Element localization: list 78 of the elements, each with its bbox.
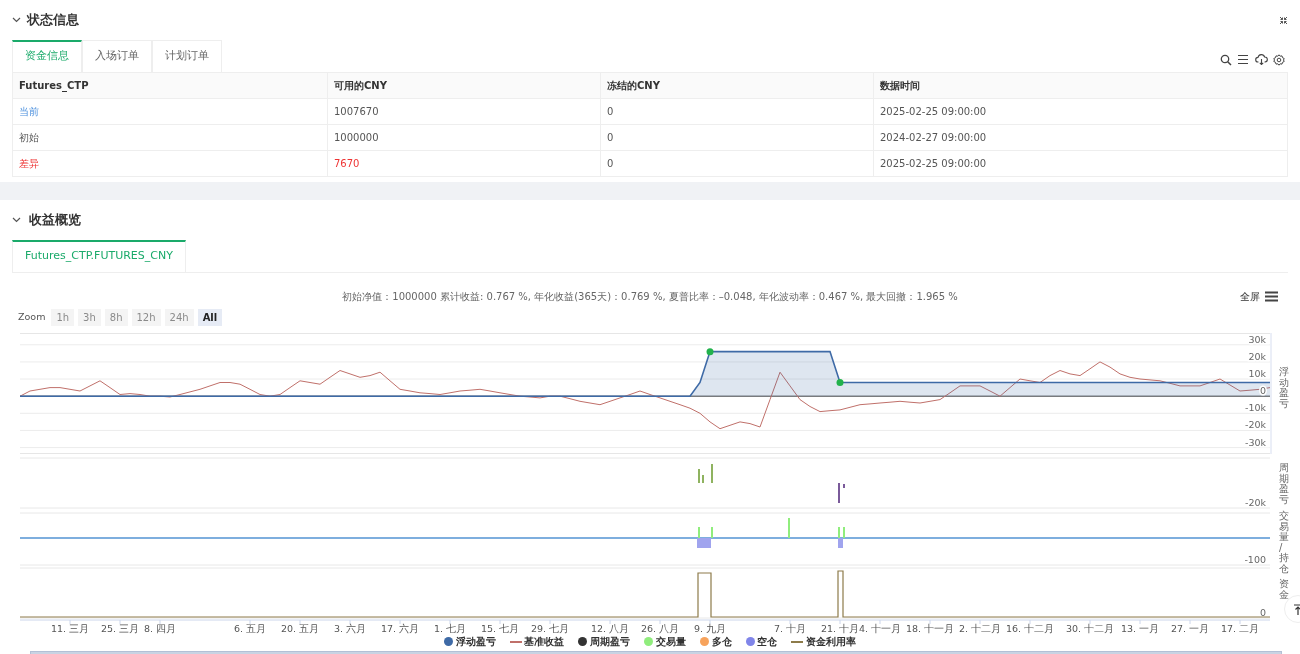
table-cell: 7670 xyxy=(327,150,601,176)
chevron-down-icon[interactable] xyxy=(12,17,21,23)
arrow-up-icon xyxy=(1293,603,1300,615)
list-icon[interactable] xyxy=(1237,54,1250,65)
date-label: 8. 四月 xyxy=(143,622,177,634)
date-label: 13. 一月 xyxy=(1120,622,1160,634)
date-label: 25. 三月 xyxy=(100,622,140,634)
axis-tick-label: -20k xyxy=(1244,418,1266,430)
date-label: 4. 十一月 xyxy=(858,622,902,634)
tab[interactable]: 计划订单 xyxy=(152,40,222,72)
legend-label[interactable]: 基准收益 xyxy=(524,634,565,649)
section-title: 收益概览 xyxy=(29,210,81,229)
axis-title: 交易量/持仓 xyxy=(1279,509,1289,573)
date-label: 12. 八月 xyxy=(590,622,630,634)
search-icon[interactable] xyxy=(1219,54,1232,66)
date-label: 29. 七月 xyxy=(530,622,570,634)
legend-label[interactable]: 多仓 xyxy=(711,634,732,649)
axis-title: 资金 xyxy=(1279,577,1289,599)
axis-tick-label: -20k xyxy=(1244,496,1266,508)
axis-tick-label: 20k xyxy=(1248,350,1266,362)
column-header: 可用的CNY xyxy=(327,72,601,98)
axis-tick-label: -30k xyxy=(1244,436,1266,448)
trade-marker xyxy=(836,378,844,386)
date-label: 3. 六月 xyxy=(333,622,367,634)
date-label: 1. 七月 xyxy=(433,622,467,634)
date-label: 17. 二月 xyxy=(1220,622,1260,634)
table-cell: 2024-02-27 09:00:00 xyxy=(873,124,1288,150)
legend-label[interactable]: 浮动盈亏 xyxy=(455,634,496,649)
date-label: 9. 九月 xyxy=(693,622,727,634)
date-label: 18. 十一月 xyxy=(905,622,955,634)
table-cell: 2025-02-25 09:00:00 xyxy=(873,98,1288,124)
table-cell: 差异 xyxy=(12,150,328,176)
chevron-down-icon[interactable] xyxy=(12,217,21,223)
collapse-icon[interactable] xyxy=(1279,15,1288,25)
table-cell: 1000000 xyxy=(327,124,601,150)
date-label: 17. 六月 xyxy=(380,622,420,634)
axis-tick-label: -10k xyxy=(1244,401,1266,413)
table-cell: 0 xyxy=(600,124,874,150)
table-cell: 1007670 xyxy=(327,98,601,124)
table-cell: 当前 xyxy=(12,98,328,124)
axis-title: 周期盈亏 xyxy=(1279,461,1289,504)
date-label: 30. 十二月 xyxy=(1065,622,1115,634)
axis-tick-label: 30k xyxy=(1248,333,1266,345)
settings-icon[interactable] xyxy=(1273,54,1286,66)
section-title: 状态信息 xyxy=(26,10,79,29)
table-cell: 0 xyxy=(600,98,874,124)
trade-marker xyxy=(706,347,714,355)
date-label: 15. 七月 xyxy=(480,622,520,634)
column-header: Futures_CTP xyxy=(12,72,328,98)
date-label: 11. 三月 xyxy=(50,622,90,634)
table-cell: 初始 xyxy=(12,124,328,150)
table-cell: 2025-02-25 09:00:00 xyxy=(873,150,1288,176)
fullscreen-link[interactable]: 全屏 xyxy=(1239,288,1260,304)
column-header: 数据时间 xyxy=(873,72,1288,98)
legend-label[interactable]: 资金利用率 xyxy=(806,634,857,649)
legend-label[interactable]: 空仓 xyxy=(757,634,778,649)
menu-icon[interactable] xyxy=(1265,290,1278,302)
axis-tick-label: -100 xyxy=(1244,553,1266,565)
date-label: 7. 十月 xyxy=(773,622,807,634)
date-label: 20. 五月 xyxy=(280,622,320,634)
zoom-label: Zoom xyxy=(18,309,46,324)
axis-tick-label: 0 xyxy=(1259,606,1266,618)
date-label: 27. 一月 xyxy=(1170,622,1210,634)
summary-text: 初始净值：1000000 累计收益: 0.767 %, 年化收益(365天)：0.769 %, 夏普比率：–0.048, 年化波动率：0.467 %, 最大回撤：1.965 % xyxy=(342,290,958,304)
date-label: 6. 五月 xyxy=(233,622,267,634)
column-header: 冻结的CNY xyxy=(600,72,874,98)
date-label: 2. 十二月 xyxy=(958,622,1002,634)
cloud-download-icon[interactable] xyxy=(1254,54,1268,65)
date-label: 16. 十二月 xyxy=(1005,622,1055,634)
date-label: 26. 八月 xyxy=(640,622,680,634)
legend-label[interactable]: 周期盈亏 xyxy=(590,634,631,649)
axis-tick-label: 10k xyxy=(1248,367,1266,379)
date-label: 21. 十月 xyxy=(820,622,860,634)
zoom-button[interactable]: All xyxy=(197,308,223,326)
legend-label[interactable]: 交易量 xyxy=(655,634,686,649)
axis-title: 浮动盈亏 xyxy=(1279,365,1289,408)
tab[interactable]: 入场订单 xyxy=(82,40,152,72)
table-cell: 0 xyxy=(600,150,874,176)
